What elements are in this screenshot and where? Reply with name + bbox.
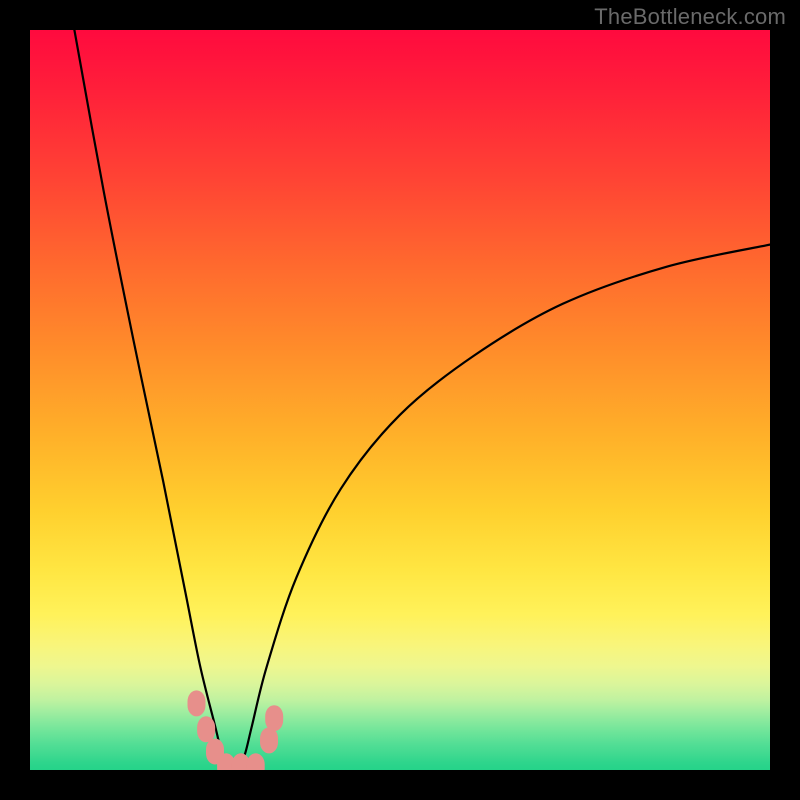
- plot-area: [30, 30, 770, 770]
- watermark-text: TheBottleneck.com: [594, 4, 786, 30]
- bottleneck-curve: [74, 30, 770, 770]
- marker-dot: [247, 753, 265, 770]
- chart-frame: TheBottleneck.com: [0, 0, 800, 800]
- chart-svg: [30, 30, 770, 770]
- marker-cluster: [188, 690, 284, 770]
- marker-dot: [188, 690, 206, 716]
- marker-dot: [265, 705, 283, 731]
- marker-dot: [197, 716, 215, 742]
- marker-dot: [260, 727, 278, 753]
